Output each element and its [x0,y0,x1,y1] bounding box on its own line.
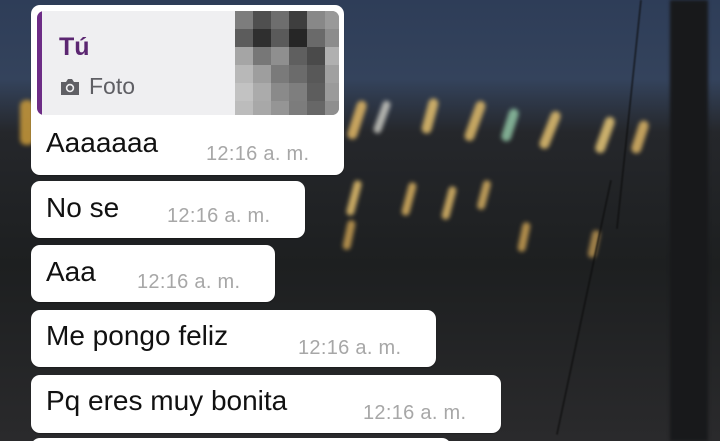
message-text: No se [46,192,120,223]
message-timestamp: 12:16 a. m. [363,402,467,424]
quote-accent-bar [37,11,42,115]
message-text: Aaaaaaa [46,127,159,158]
quote-author: Tú [59,33,90,61]
message-bubble[interactable]: Aaa 12:16 a. m. [31,245,275,302]
message-bubble[interactable]: Pq eres muy bonita 12:16 a. m. [31,375,501,433]
message-bubble[interactable]: Tú Foto Aaaaaaa 12:16 a. m. [31,5,344,175]
quote-kind-label: Foto [89,73,136,99]
message-timestamp: 12:16 a. m. [206,143,310,165]
message-timestamp: 12:16 a. m. [167,205,271,227]
quote-media-type: Foto [59,73,135,100]
message-text: Pq eres muy bonita [46,385,288,416]
reply-quote[interactable]: Tú Foto [37,11,339,115]
message-bubble[interactable]: No se 12:16 a. m. [31,181,305,238]
message-timestamp: 12:16 a. m. [137,271,241,293]
message-text: Aaa [46,256,96,287]
message-bubble[interactable]: Me pongo feliz 12:16 a. m. [31,310,436,367]
message-timestamp: 12:16 a. m. [298,337,402,359]
message-text: Me pongo feliz [46,320,229,351]
photo-thumbnail-blurred[interactable] [235,11,339,115]
camera-icon [61,78,79,95]
